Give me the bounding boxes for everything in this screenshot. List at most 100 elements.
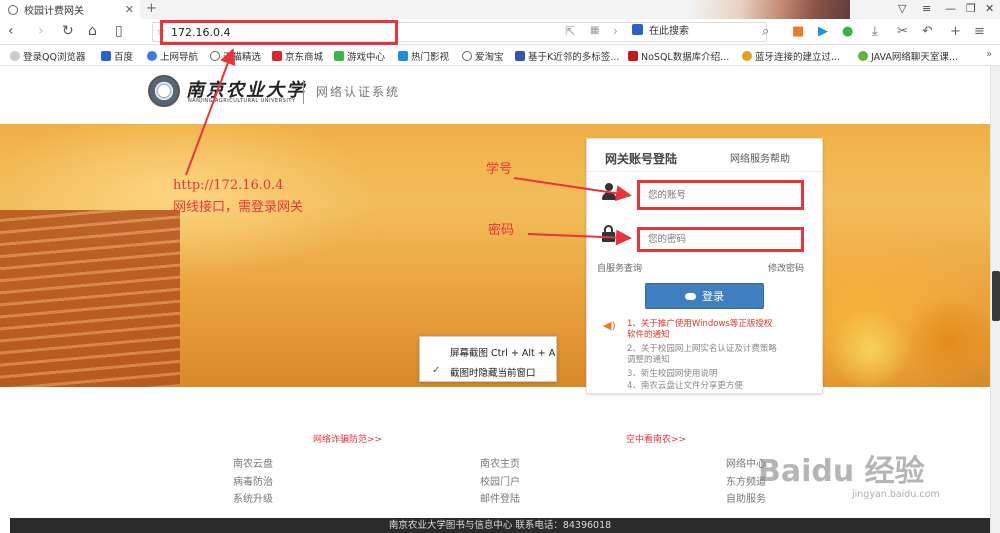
- bookmark-item[interactable]: 蓝牙连接的建立过...: [742, 49, 840, 63]
- baidu-icon: [101, 51, 111, 61]
- divider: [303, 80, 304, 104]
- bookmark-item[interactable]: 百度: [101, 49, 133, 63]
- globe-icon: [8, 4, 18, 15]
- bookmark-item[interactable]: 热门影视: [398, 49, 449, 63]
- search-box[interactable]: 在此搜索: [632, 22, 689, 37]
- username-input[interactable]: [640, 183, 801, 207]
- page-footer: 南京农业大学图书与信息中心 联系电话：84396018: [10, 518, 990, 533]
- undo-icon[interactable]: ↶: [922, 24, 933, 39]
- nav-site-icon: [147, 51, 157, 61]
- url-highlight-box: [160, 20, 398, 45]
- baidu-watermark-url: jingyan.baidu.com: [852, 489, 940, 500]
- bookmark-item[interactable]: 登录QQ浏览器: [10, 49, 85, 63]
- system-title: 网络认证系统: [316, 85, 401, 99]
- annotation-url-desc: 网线接口，需登录网关: [173, 200, 304, 215]
- annotation-url: http://172.16.0.4: [173, 178, 284, 193]
- tab-title: 校园计费网关: [24, 6, 84, 17]
- bookmark-item[interactable]: 爱淘宝: [462, 49, 504, 63]
- bookmark-item[interactable]: 京东商城: [272, 49, 323, 63]
- scissors-icon[interactable]: ✂: [897, 24, 908, 39]
- chevron-right-icon[interactable]: »: [986, 49, 992, 60]
- page-header: 南京农业大学 NANJING AGRICULTURAL UNIVERSITY 网…: [0, 66, 990, 124]
- password-input[interactable]: [640, 230, 801, 249]
- cloud-icon: [685, 292, 696, 300]
- link-item[interactable]: 系统升级: [233, 490, 273, 505]
- forward-icon[interactable]: ›: [38, 23, 44, 39]
- password-field[interactable]: [637, 227, 804, 252]
- link-item[interactable]: 自助服务: [726, 490, 766, 505]
- scrollbar[interactable]: [990, 66, 1000, 533]
- link-item[interactable]: 邮件登陆: [480, 490, 520, 505]
- link-item[interactable]: 校园门户: [480, 473, 520, 488]
- browser-tabbar: 校园计费网关 ✕ + ▽ ≡ — ❐ ✕: [0, 0, 1000, 44]
- notice-item[interactable]: 3、新生校园网使用说明: [627, 369, 777, 380]
- home-icon[interactable]: ⌂: [88, 23, 97, 39]
- check-icon: ✓: [432, 365, 441, 376]
- login-button[interactable]: 登录: [645, 283, 764, 309]
- leaves-decoration: [830, 280, 990, 387]
- login-card: 网关账号登陆 网络服务帮助 自服务查询 修改密码 登录 ◀) 1、关于推广使用W…: [586, 138, 823, 394]
- new-tab-button[interactable]: +: [146, 1, 157, 16]
- bookmark-item[interactable]: 基于K近邻的多标签...: [515, 49, 619, 63]
- refresh-icon[interactable]: ↻: [62, 23, 74, 39]
- bookmarks-bar: 登录QQ浏览器 百度 上网导航 天猫精选 京东商城 游戏中心 热门影视 爱淘宝 …: [0, 45, 1000, 66]
- annotation-xuehao: 学号: [486, 162, 513, 177]
- more-menu-icon[interactable]: ≡: [974, 24, 985, 39]
- video-icon[interactable]: ■: [792, 24, 804, 39]
- search-icon[interactable]: ⌕: [762, 24, 769, 39]
- login-title[interactable]: 网关账号登陆: [605, 150, 677, 167]
- avatar-icon: [10, 51, 20, 61]
- download-icon[interactable]: ⤓: [872, 24, 878, 39]
- csdn-icon: [628, 51, 638, 61]
- jd-icon: [272, 51, 282, 61]
- minimize-icon[interactable]: —: [945, 2, 956, 15]
- notice-item[interactable]: 2、关于校园网上网实名认证及计费策略调整的通知: [627, 344, 777, 366]
- fraud-prevention-link[interactable]: 网络诈骗防范>>: [313, 432, 382, 445]
- logo-english: NANJING AGRICULTURAL UNIVERSITY: [188, 98, 296, 104]
- back-icon[interactable]: ‹: [8, 23, 14, 39]
- play-icon[interactable]: ▶: [818, 24, 828, 39]
- link-item[interactable]: 南农主页: [480, 455, 520, 470]
- doc-site-icon: [858, 51, 868, 61]
- browser-tab[interactable]: 校园计费网关 ✕: [0, 0, 140, 19]
- window-close-icon[interactable]: ✕: [985, 2, 994, 15]
- menu-icon[interactable]: ≡: [922, 2, 931, 15]
- reader-icon[interactable]: ▯: [115, 23, 123, 39]
- shirt-icon[interactable]: ▽: [898, 2, 906, 15]
- stairs-decoration: [0, 210, 180, 387]
- hide-window-item[interactable]: 截图时隐藏当前窗口: [450, 365, 536, 379]
- wechat-icon[interactable]: ●: [842, 24, 853, 39]
- user-icon: [602, 183, 616, 201]
- share-icon[interactable]: ⇱: [565, 24, 575, 38]
- bookmark-item[interactable]: 天猫精选: [210, 49, 261, 63]
- annotation-mima: 密码: [488, 223, 515, 238]
- self-service-link[interactable]: 自服务查询: [597, 261, 642, 274]
- username-field[interactable]: [637, 180, 804, 210]
- search-engine-icon[interactable]: [632, 24, 643, 35]
- search-placeholder: 在此搜索: [649, 26, 689, 37]
- bookmark-item[interactable]: NoSQL数据库介绍...: [628, 49, 729, 63]
- scroll-thumb[interactable]: [992, 271, 1000, 321]
- notice-item[interactable]: 4、南农云盘让文件分享更方便: [627, 381, 777, 392]
- screenshot-item[interactable]: 屏幕截图 Ctrl + Alt + A: [450, 345, 555, 359]
- bookmark-item[interactable]: 游戏中心: [334, 49, 385, 63]
- baidu-watermark: Baidu 经验: [758, 454, 925, 489]
- notice-item[interactable]: 1、关于推广使用Windows等正版授权软件的通知: [627, 319, 777, 341]
- bookmark-item[interactable]: 上网导航: [147, 49, 198, 63]
- close-icon[interactable]: ✕: [125, 3, 134, 16]
- gamepad-icon: [334, 51, 344, 61]
- lock-icon: [602, 225, 615, 242]
- qr-icon[interactable]: ▦: [590, 25, 599, 36]
- chevron-right-icon[interactable]: ›: [613, 24, 618, 38]
- bookmark-item[interactable]: JAVA网络聊天室课...: [858, 49, 958, 63]
- help-tab[interactable]: 网络服务帮助: [730, 150, 790, 165]
- restore-icon[interactable]: ❐: [966, 2, 976, 15]
- movie-icon: [398, 51, 408, 61]
- screenshot-menu: 屏幕截图 Ctrl + Alt + A ✓ 截图时隐藏当前窗口: [419, 336, 557, 382]
- link-item[interactable]: 南农云盘: [233, 455, 273, 470]
- aerial-view-link[interactable]: 空中看南农>>: [626, 432, 686, 445]
- speaker-icon: ◀): [603, 319, 616, 332]
- link-item[interactable]: 病毒防治: [233, 473, 273, 488]
- plus-icon[interactable]: +: [950, 24, 961, 39]
- change-password-link[interactable]: 修改密码: [768, 261, 804, 274]
